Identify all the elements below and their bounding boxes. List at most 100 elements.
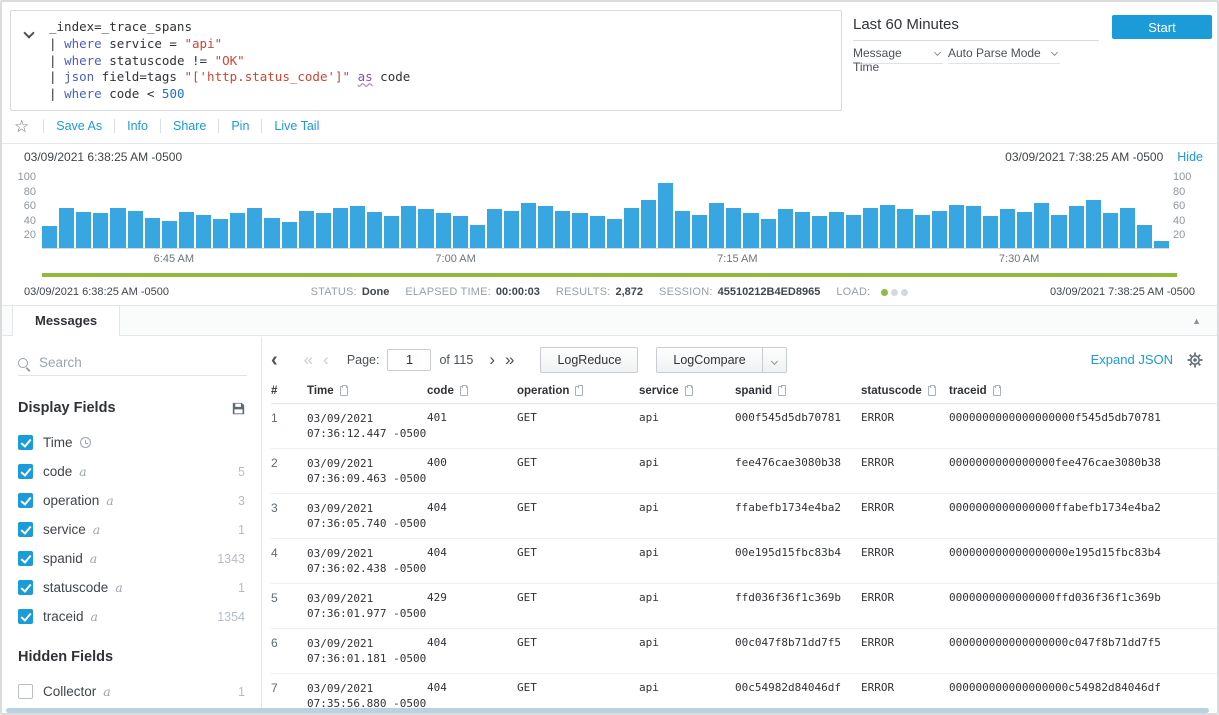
histogram-bar[interactable] [384, 216, 399, 248]
column-header-time[interactable]: Time [307, 385, 427, 397]
table-row[interactable]: 403/09/202107:36:02.438 -0500404GETapi00… [271, 539, 1217, 584]
histogram-bar[interactable] [1137, 225, 1152, 248]
prev-page-icon[interactable]: ‹ [323, 351, 329, 368]
checked-checkbox[interactable] [18, 551, 33, 566]
histogram-bar[interactable] [983, 216, 998, 248]
histogram-bar[interactable] [915, 215, 930, 248]
logcompare-button[interactable]: LogCompare [656, 347, 762, 373]
unchecked-checkbox[interactable] [18, 684, 33, 699]
first-page-icon[interactable]: « [304, 351, 313, 368]
checked-checkbox[interactable] [18, 522, 33, 537]
histogram-bar[interactable] [316, 213, 331, 248]
checked-checkbox[interactable] [18, 435, 33, 450]
field-row-code[interactable]: codea5 [2, 457, 261, 486]
column-header-statuscode[interactable]: statuscode [861, 385, 949, 397]
last-page-icon[interactable]: » [505, 351, 514, 368]
histogram-bar[interactable] [76, 212, 91, 248]
field-row-statuscode[interactable]: statuscodea1 [2, 573, 261, 602]
histogram-bar[interactable] [829, 212, 844, 248]
page-input[interactable] [387, 349, 431, 371]
column-header-operation[interactable]: operation [517, 385, 639, 397]
histogram-bar[interactable] [590, 216, 605, 248]
table-row[interactable]: 103/09/202107:36:12.447 -0500401GETapi00… [271, 404, 1217, 449]
histogram-bar[interactable] [726, 208, 741, 248]
histogram-bar[interactable] [897, 209, 912, 248]
histogram-bar[interactable] [487, 209, 502, 248]
column-header-traceid[interactable]: traceid [949, 385, 1217, 397]
histogram-bar[interactable] [761, 219, 776, 248]
histogram-bar[interactable] [470, 225, 485, 248]
field-row-spanid[interactable]: spanida1343 [2, 544, 261, 573]
next-page-icon[interactable]: › [489, 351, 495, 368]
histogram-bar[interactable] [607, 219, 622, 248]
histogram-bar[interactable] [350, 206, 365, 248]
field-row-collector[interactable]: Collectora1 [2, 677, 261, 706]
histogram-bar[interactable] [282, 222, 297, 248]
expand-json-link[interactable]: Expand JSON [1091, 352, 1173, 367]
histogram-bar[interactable] [795, 212, 810, 248]
histogram-bar[interactable] [692, 215, 707, 248]
gear-icon[interactable] [1187, 352, 1203, 368]
tab-messages[interactable]: Messages [12, 306, 120, 336]
action-link-live-tail[interactable]: Live Tail [274, 119, 319, 133]
copy-icon[interactable] [928, 386, 936, 396]
histogram-bar[interactable] [145, 218, 160, 248]
histogram-bar[interactable] [110, 208, 125, 248]
histogram-bar[interactable] [196, 215, 211, 248]
logreduce-button[interactable]: LogReduce [540, 347, 638, 373]
copy-icon[interactable] [460, 386, 468, 396]
histogram-bar[interactable] [247, 208, 262, 248]
parse-mode-select[interactable]: Auto Parse Mode [948, 46, 1060, 64]
table-row[interactable]: 503/09/202107:36:01.977 -0500429GETapiff… [271, 584, 1217, 629]
histogram-bar[interactable] [1086, 200, 1101, 248]
query-editor[interactable]: _index=_trace_spans| where service = "ap… [49, 19, 833, 103]
histogram-bar[interactable] [418, 209, 433, 248]
action-link-save-as[interactable]: Save As [56, 119, 102, 133]
histogram-bar[interactable] [521, 203, 536, 248]
histogram-bar[interactable] [846, 215, 861, 248]
field-row-traceid[interactable]: traceida1354 [2, 602, 261, 631]
histogram-bar[interactable] [213, 219, 228, 248]
histogram-bar[interactable] [401, 206, 416, 248]
histogram-bar[interactable] [453, 216, 468, 248]
histogram-bar[interactable] [162, 221, 177, 248]
column-header-service[interactable]: service [639, 385, 735, 397]
field-row-operation[interactable]: operationa3 [2, 486, 261, 515]
histogram-bar[interactable] [42, 226, 57, 248]
search-input[interactable] [37, 354, 247, 371]
histogram-bar[interactable] [1154, 241, 1169, 248]
histogram-bar[interactable] [1051, 215, 1066, 248]
histogram-bar[interactable] [1000, 209, 1015, 248]
histogram-bar[interactable] [264, 218, 279, 248]
histogram-bar[interactable] [555, 211, 570, 248]
column-header-spanid[interactable]: spanid [735, 385, 861, 397]
histogram-bar[interactable] [504, 211, 519, 248]
checked-checkbox[interactable] [18, 493, 33, 508]
back-icon[interactable]: ‹ [271, 350, 278, 370]
copy-icon[interactable] [575, 386, 583, 396]
table-row[interactable]: 303/09/202107:36:05.740 -0500404GETapiff… [271, 494, 1217, 539]
histogram-bar[interactable] [1103, 213, 1118, 248]
table-row[interactable]: 603/09/202107:36:01.181 -0500404GETapi00… [271, 629, 1217, 674]
favorite-star-icon[interactable]: ☆ [14, 118, 29, 135]
histogram-bar[interactable] [624, 208, 639, 248]
field-row-time[interactable]: Time [2, 428, 261, 457]
action-link-info[interactable]: Info [127, 119, 148, 133]
histogram-bar[interactable] [949, 205, 964, 248]
histogram-bar[interactable] [1034, 203, 1049, 248]
histogram-bar[interactable] [436, 213, 451, 248]
histogram-bar[interactable] [641, 200, 656, 248]
message-time-select[interactable]: Message Time [853, 46, 943, 64]
histogram-bar[interactable] [572, 213, 587, 248]
horizontal-scrollbar[interactable] [6, 708, 1209, 713]
histogram-bar[interactable] [299, 211, 314, 248]
histogram-bar[interactable] [966, 206, 981, 248]
histogram-bar[interactable] [880, 205, 895, 248]
collapse-panel-icon[interactable]: ▲ [1192, 316, 1201, 326]
field-row-service[interactable]: servicea1 [2, 515, 261, 544]
checked-checkbox[interactable] [18, 580, 33, 595]
histogram-bar[interactable] [778, 209, 793, 248]
copy-icon[interactable] [778, 386, 786, 396]
histogram-bar[interactable] [743, 213, 758, 248]
histogram-bar[interactable] [812, 216, 827, 248]
